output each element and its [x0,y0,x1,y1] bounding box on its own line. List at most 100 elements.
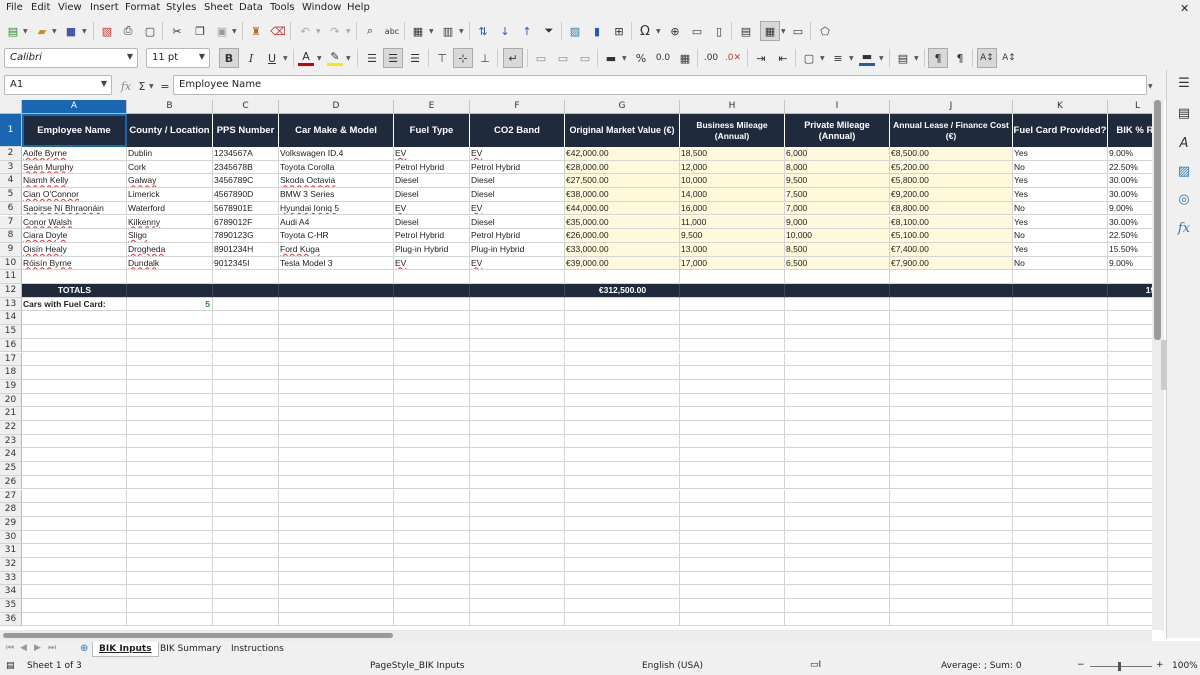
row-header-9[interactable]: 9 [0,242,22,257]
freeze-rows-columns-icon[interactable]: ▦ [760,21,780,41]
header-cell-l[interactable]: BIK % Ra [1108,114,1152,147]
table-cell[interactable]: Diesel [470,188,565,202]
function-wizard-icon[interactable]: fx [118,78,134,94]
empty-cell[interactable] [127,462,213,476]
empty-cell[interactable] [394,297,470,312]
empty-cell[interactable] [890,489,1013,504]
table-cell[interactable]: Diesel [394,188,470,202]
empty-cell[interactable] [785,585,890,600]
empty-cell[interactable] [127,448,213,463]
empty-cell[interactable] [680,325,785,339]
merge-center-icon[interactable]: ▭ [533,50,549,66]
row-header-6[interactable]: 6 [0,201,22,216]
empty-cell[interactable] [279,379,394,394]
center-vertically-icon[interactable]: ⊹ [453,48,473,68]
totals-market-value[interactable]: €312,500.00 [565,284,680,298]
empty-cell[interactable] [279,530,394,545]
cut-icon[interactable]: ✂ [169,23,185,39]
redo-icon[interactable]: ↷ [327,23,343,39]
empty-cell[interactable] [1013,475,1108,490]
borders-icon[interactable]: ▢ [801,50,817,66]
table-cell[interactable]: Diesel [470,174,565,189]
empty-cell[interactable] [785,297,890,312]
column-header-k[interactable]: K [1013,100,1108,114]
totals-cell[interactable] [394,284,470,298]
copy-icon[interactable]: ❐ [192,23,208,39]
empty-cell[interactable] [565,311,680,326]
empty-cell[interactable] [213,571,279,586]
empty-cell[interactable] [279,558,394,572]
spelling-icon[interactable]: abc [384,23,400,39]
empty-cell[interactable] [470,421,565,435]
insert-chart-icon[interactable]: ▮ [589,23,605,39]
empty-cell[interactable] [565,325,680,339]
table-cell[interactable]: Diesel [394,215,470,230]
spreadsheet-grid[interactable]: ABCDEFGHIJKL 1 2 3 4 5 6 7 8 9 10 11 12 13 14 15 16 17 18… [0,100,1152,630]
empty-cell[interactable] [213,325,279,339]
empty-cell[interactable] [785,462,890,476]
empty-cell[interactable] [127,571,213,586]
empty-cell[interactable] [680,407,785,421]
menu-sheet[interactable]: Sheet [204,2,233,13]
empty-cell[interactable] [127,379,213,394]
empty-cell[interactable] [680,503,785,517]
empty-cell[interactable] [1108,311,1152,326]
empty-cell[interactable] [1108,490,1152,504]
row-header-5[interactable]: 5 [0,188,22,202]
empty-cell[interactable] [1108,298,1152,312]
empty-cell[interactable] [470,516,565,531]
row-header-13[interactable]: 13 [0,297,22,312]
empty-cell[interactable] [279,393,394,408]
empty-cell[interactable] [213,516,279,531]
header-cell-h[interactable]: Business Mileage (Annual) [680,114,785,147]
empty-cell[interactable] [22,462,127,476]
empty-cell[interactable] [680,352,785,367]
column-header-a[interactable]: A [22,100,127,114]
table-cell[interactable]: Limerick [127,188,213,202]
empty-cell[interactable] [394,448,470,463]
empty-cell[interactable] [1013,489,1108,504]
empty-cell[interactable] [785,530,890,545]
empty-cell[interactable] [213,270,279,284]
table-cell[interactable]: 13,000 [680,242,785,257]
empty-cell[interactable] [279,366,394,380]
empty-cell[interactable] [213,434,279,449]
table-cell[interactable]: Dublin [127,147,213,161]
add-sheet-icon[interactable]: ⊕ [80,643,88,654]
sidebar-menu-icon[interactable]: ☰ [1175,76,1193,94]
empty-cell[interactable] [279,352,394,367]
text-direction-vertical-icon[interactable]: A↕ [1001,50,1017,66]
empty-cell[interactable] [22,475,127,490]
find-replace-icon[interactable]: ⌕ [362,23,378,39]
chevron-down-icon[interactable]: ▼ [199,52,205,61]
pivot-table-icon[interactable]: ⊞ [611,23,627,39]
table-cell[interactable]: No [1013,201,1108,216]
empty-cell[interactable] [213,352,279,367]
table-cell[interactable]: Cork [127,160,213,175]
chevron-down-icon[interactable]: ▼ [656,28,661,35]
table-cell[interactable]: 9,500 [680,229,785,243]
delete-decimal-icon[interactable]: .0✕ [725,50,741,66]
empty-cell[interactable] [1013,612,1108,627]
empty-cell[interactable] [470,434,565,449]
empty-cell[interactable] [785,393,890,408]
empty-cell[interactable] [213,379,279,394]
empty-cell[interactable] [1108,599,1152,613]
header-cell-e[interactable]: Fuel Type [394,114,470,147]
empty-cell[interactable] [1013,571,1108,586]
empty-cell[interactable] [785,599,890,613]
empty-cell[interactable] [22,352,127,367]
table-cell[interactable]: €5,200.00 [890,160,1013,175]
chevron-down-icon[interactable]: ▼ [317,55,322,62]
language[interactable]: English (USA) [642,661,703,671]
empty-cell[interactable] [890,311,1013,326]
table-cell[interactable]: Ciara Doyle [22,229,127,243]
chevron-down-icon[interactable]: ▼ [52,28,57,35]
empty-cell[interactable] [680,297,785,312]
empty-cell[interactable] [1013,325,1108,339]
empty-cell[interactable] [470,311,565,326]
empty-cell[interactable] [680,270,785,284]
empty-cell[interactable] [1013,530,1108,545]
empty-cell[interactable] [279,448,394,463]
column-icon[interactable]: ▥ [440,23,456,39]
